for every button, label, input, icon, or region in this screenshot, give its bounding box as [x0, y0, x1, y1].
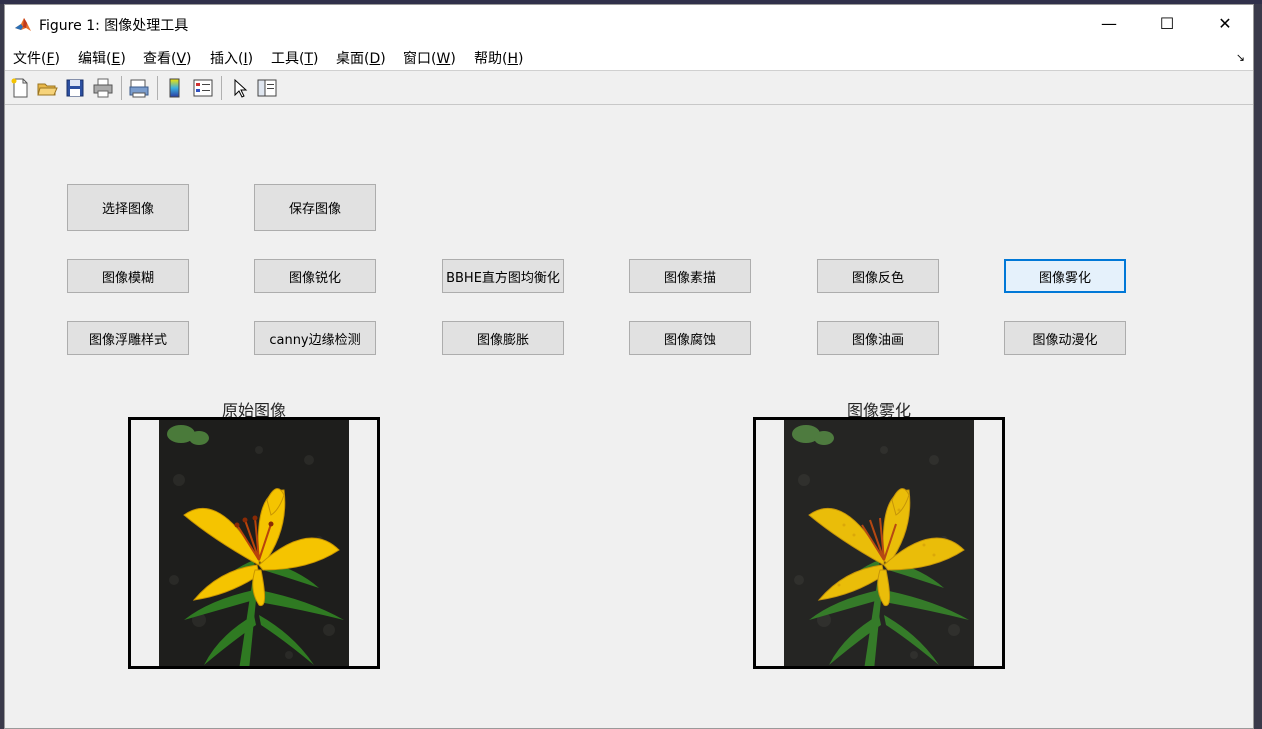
maximize-button[interactable]: ☐	[1138, 5, 1196, 41]
save-image-button[interactable]: 保存图像	[254, 184, 376, 231]
menu-window[interactable]: 窗口(W)	[403, 48, 456, 68]
sharpen-button[interactable]: 图像锐化	[254, 259, 376, 293]
minimize-button[interactable]: —	[1080, 5, 1138, 41]
colorbar-icon[interactable]	[164, 77, 186, 99]
menu-edit[interactable]: 编辑(E)	[78, 48, 126, 68]
toolbar-separator	[221, 76, 222, 100]
minimize-icon: —	[1101, 13, 1117, 33]
menu-insert[interactable]: 插入(I)	[210, 48, 253, 68]
toolbar-separator	[157, 76, 158, 100]
menu-tools[interactable]: 工具(T)	[271, 48, 319, 68]
menu-file[interactable]: 文件(F)	[13, 48, 60, 68]
figure-window: Figure 1: 图像处理工具 — ☐ ✕ 文件(F) 编辑(E) 查看(V)…	[4, 4, 1254, 729]
toolbar-separator	[121, 76, 122, 100]
fogged-lily-image	[784, 420, 974, 666]
legend-icon[interactable]	[192, 77, 214, 99]
result-image-axes[interactable]	[753, 417, 1005, 669]
print-icon[interactable]	[92, 77, 114, 99]
window-title: Figure 1: 图像处理工具	[39, 18, 189, 34]
menu-bar: 文件(F) 编辑(E) 查看(V) 插入(I) 工具(T) 桌面(D) 窗口(W…	[5, 41, 1253, 71]
menu-help[interactable]: 帮助(H)	[474, 48, 523, 68]
original-image-axes[interactable]	[128, 417, 380, 669]
blur-button[interactable]: 图像模糊	[67, 259, 189, 293]
bbhe-equalization-button[interactable]: BBHE直方图均衡化	[442, 259, 564, 293]
matlab-logo-icon	[14, 15, 32, 33]
emboss-button[interactable]: 图像浮雕样式	[67, 321, 189, 355]
dilate-button[interactable]: 图像膨胀	[442, 321, 564, 355]
new-figure-icon[interactable]	[9, 77, 31, 99]
pointer-icon[interactable]	[229, 77, 251, 99]
print-preview-icon[interactable]	[128, 77, 150, 99]
anime-button[interactable]: 图像动漫化	[1004, 321, 1126, 355]
oil-painting-button[interactable]: 图像油画	[817, 321, 939, 355]
close-button[interactable]: ✕	[1196, 5, 1254, 41]
select-image-button[interactable]: 选择图像	[67, 184, 189, 231]
menu-view[interactable]: 查看(V)	[143, 48, 192, 68]
maximize-icon: ☐	[1159, 13, 1175, 33]
save-icon[interactable]	[64, 77, 86, 99]
menu-desktop[interactable]: 桌面(D)	[336, 48, 386, 68]
erode-button[interactable]: 图像腐蚀	[629, 321, 751, 355]
invert-button[interactable]: 图像反色	[817, 259, 939, 293]
property-inspector-icon[interactable]	[256, 77, 278, 99]
dock-arrow-icon[interactable]: ↘	[1236, 51, 1245, 64]
open-file-icon[interactable]	[36, 77, 58, 99]
sketch-button[interactable]: 图像素描	[629, 259, 751, 293]
figure-toolbar	[5, 71, 1253, 105]
canny-edge-button[interactable]: canny边缘检测	[254, 321, 376, 355]
fog-button[interactable]: 图像雾化	[1004, 259, 1126, 293]
original-lily-image	[159, 420, 349, 666]
title-bar[interactable]: Figure 1: 图像处理工具 — ☐ ✕	[5, 5, 1253, 41]
close-icon: ✕	[1218, 13, 1232, 33]
